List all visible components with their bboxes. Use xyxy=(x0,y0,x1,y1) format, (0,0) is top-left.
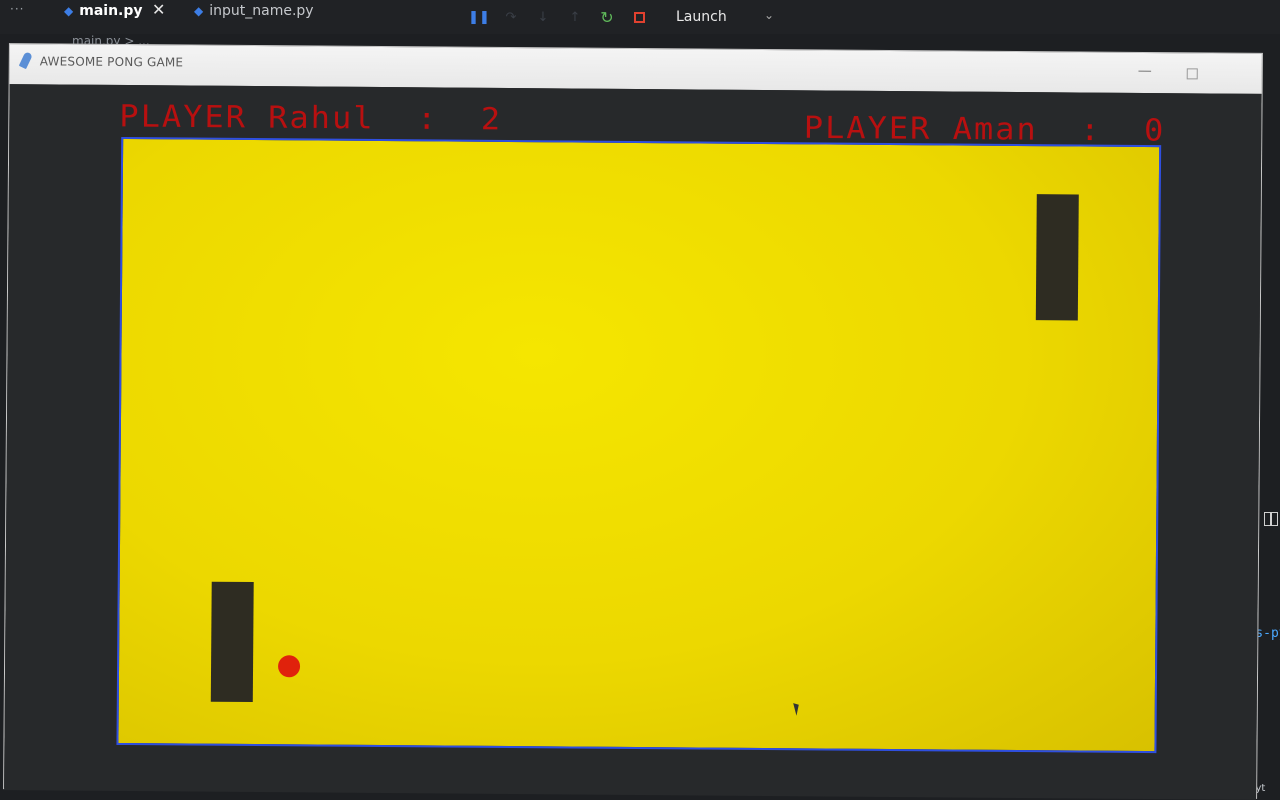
stop-icon[interactable] xyxy=(630,8,648,26)
tab-label: input_name.py xyxy=(209,3,314,19)
game-window: AWESOME PONG GAME — PLAYER Rahul : 2 PLA… xyxy=(3,43,1263,800)
window-title: AWESOME PONG GAME xyxy=(39,54,184,70)
step-into-icon[interactable]: ↓ xyxy=(534,8,552,26)
split-terminal-icon[interactable] xyxy=(1264,512,1278,526)
restart-icon[interactable]: ↻ xyxy=(598,8,616,27)
maximize-icon[interactable] xyxy=(1186,68,1198,80)
pong-court xyxy=(116,136,1162,754)
launch-config-select[interactable]: Launch xyxy=(676,9,727,25)
chevron-down-icon[interactable]: ⌄ xyxy=(764,8,774,22)
python-file-icon: ◆ xyxy=(64,4,74,18)
editor-tab-bar: ··· ◆ main.py ✕ ◆ input_name.py ❚❚ ↷ ↓ ↑… xyxy=(0,0,1280,34)
right-paddle xyxy=(1035,194,1079,321)
step-out-icon[interactable]: ↑ xyxy=(566,8,584,26)
tab-input-name-py[interactable]: ◆ input_name.py xyxy=(194,3,314,19)
game-canvas[interactable]: PLAYER Rahul : 2 PLAYER Aman : 0 xyxy=(4,84,1262,800)
left-paddle xyxy=(210,581,254,703)
python-file-icon: ◆ xyxy=(194,4,204,18)
debug-toolbar: ❚❚ ↷ ↓ ↑ ↻ xyxy=(468,6,662,28)
step-over-icon[interactable]: ↷ xyxy=(502,8,520,26)
feather-icon xyxy=(18,51,33,70)
pause-icon[interactable]: ❚❚ xyxy=(468,8,490,26)
tab-label: main.py xyxy=(79,3,143,19)
ball xyxy=(277,655,301,678)
mouse-cursor-icon xyxy=(793,701,802,716)
close-tab-icon[interactable]: ✕ xyxy=(152,0,165,19)
player-left-score: PLAYER Rahul : 2 xyxy=(119,97,503,138)
more-actions-icon[interactable]: ··· xyxy=(10,2,24,16)
tab-main-py[interactable]: ◆ main.py xyxy=(64,3,143,19)
minimize-icon[interactable]: — xyxy=(1138,63,1152,79)
